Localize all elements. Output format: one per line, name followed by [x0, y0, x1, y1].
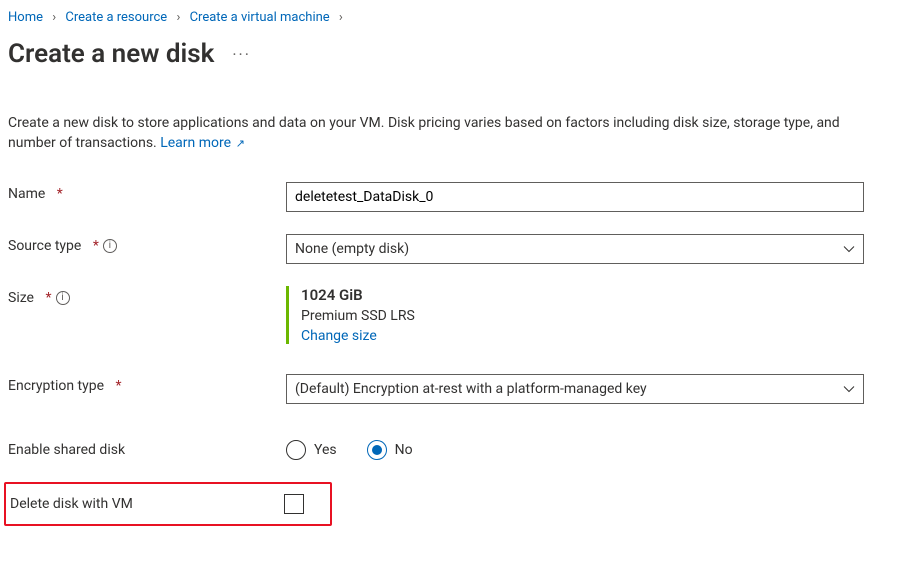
enable-shared-disk-label: Enable shared disk — [8, 438, 286, 458]
info-icon[interactable]: i — [56, 291, 70, 305]
breadcrumb-sep: › — [339, 10, 343, 25]
required-indicator: * — [116, 378, 122, 394]
encryption-type-select[interactable]: (Default) Encryption at-rest with a plat… — [286, 374, 864, 404]
delete-disk-label: Delete disk with VM — [6, 496, 284, 512]
required-indicator: * — [57, 186, 63, 202]
more-actions-button[interactable]: ··· — [232, 45, 251, 64]
shared-disk-no-radio[interactable]: No — [367, 440, 413, 460]
learn-more-link[interactable]: Learn more ↗ — [160, 135, 245, 151]
size-label: Size * i — [8, 286, 286, 306]
shared-disk-yes-radio[interactable]: Yes — [286, 440, 337, 460]
change-size-link[interactable]: Change size — [301, 328, 377, 344]
breadcrumb-sep: › — [52, 10, 56, 25]
breadcrumb-create-resource[interactable]: Create a resource — [65, 10, 167, 25]
shared-disk-no-label: No — [395, 442, 413, 458]
chevron-down-icon — [843, 243, 855, 255]
required-indicator: * — [93, 238, 99, 254]
radio-icon — [286, 440, 306, 460]
info-icon[interactable]: i — [103, 239, 117, 253]
chevron-down-icon — [843, 383, 855, 395]
description-text: Create a new disk to store applications … — [8, 115, 840, 151]
page-description: Create a new disk to store applications … — [8, 113, 848, 154]
external-link-icon: ↗ — [233, 137, 245, 150]
radio-icon — [367, 440, 387, 460]
shared-disk-yes-label: Yes — [314, 442, 337, 458]
source-type-value: None (empty disk) — [295, 241, 409, 257]
breadcrumb-create-vm[interactable]: Create a virtual machine — [190, 10, 330, 25]
encryption-type-label: Encryption type * — [8, 374, 286, 394]
breadcrumb: Home › Create a resource › Create a virt… — [8, 10, 916, 25]
name-label: Name * — [8, 182, 286, 202]
size-tier: Premium SSD LRS — [301, 308, 864, 324]
page-title: Create a new disk — [8, 39, 214, 69]
source-type-select[interactable]: None (empty disk) — [286, 234, 864, 264]
enable-shared-disk-radio-group: Yes No — [286, 438, 864, 460]
delete-disk-highlight: Delete disk with VM — [4, 482, 332, 526]
name-input[interactable] — [286, 182, 864, 212]
size-value: 1024 GiB — [301, 286, 864, 304]
breadcrumb-sep: › — [176, 10, 180, 25]
breadcrumb-home[interactable]: Home — [8, 10, 43, 25]
size-summary: 1024 GiB Premium SSD LRS Change size — [286, 286, 864, 344]
required-indicator: * — [45, 290, 51, 306]
delete-disk-checkbox[interactable] — [284, 494, 304, 514]
encryption-type-value: (Default) Encryption at-rest with a plat… — [295, 381, 647, 397]
source-type-label: Source type * i — [8, 234, 286, 254]
